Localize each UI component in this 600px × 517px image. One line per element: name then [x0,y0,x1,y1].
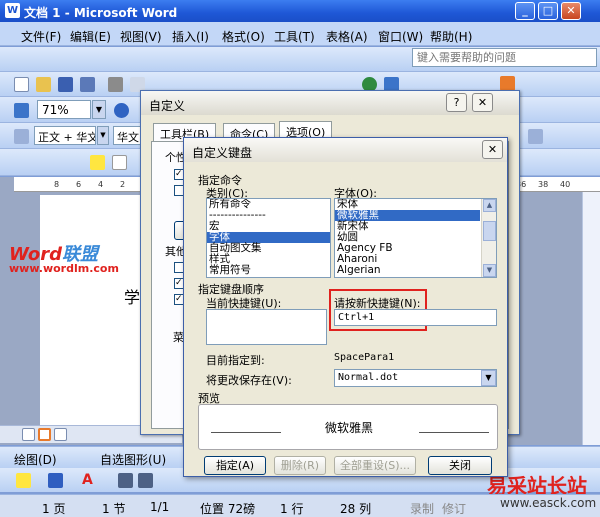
remove-button[interactable]: 删除(R) [274,456,326,475]
save-icon[interactable] [58,77,73,92]
menu-window[interactable]: 窗口(W) [378,28,423,45]
dash-style-icon[interactable] [138,473,153,488]
line-spacing-icon[interactable] [528,129,543,144]
assigned-to-label: 目前指定到: [206,354,265,367]
ruler-tick: 8 [54,180,60,189]
customize-keyboard-dialog: 自定义键盘 ✕ 指定命令 类别(C): 所有命令 ---------------… [183,137,508,477]
line-style-icon[interactable] [118,473,133,488]
save-in-dropdown[interactable]: Normal.dot [334,369,497,387]
line-color-icon[interactable] [48,473,63,488]
preview-line-right [419,432,489,433]
vertical-scrollbar[interactable] [582,192,600,445]
doc-map-icon[interactable] [14,103,29,118]
customize-close-button[interactable]: ✕ [472,93,493,112]
menu-insert[interactable]: 插入(I) [172,28,209,45]
restore-button[interactable]: □ [538,2,558,20]
watermark-site-url: www.easck.com [500,496,597,510]
help-icon[interactable] [114,103,129,118]
menu-view[interactable]: 视图(V) [120,28,162,45]
print-layout-icon[interactable] [38,428,51,441]
print-icon[interactable] [108,77,123,92]
font-color-icon[interactable] [112,155,127,170]
research-icon[interactable] [500,76,515,91]
window-title: 文档 1 - Microsoft Word [24,6,178,20]
ruler-tick: 2 [120,180,126,189]
autoshapes-menu[interactable]: 自选图形(U) [100,451,166,468]
reset-all-button[interactable]: 全部重设(S)... [334,456,416,475]
status-column: 28 列 [340,502,372,516]
menu-bar: 文件(F) 编辑(E) 视图(V) 插入(I) 格式(O) 工具(T) 表格(A… [0,22,600,46]
keyboard-close-button[interactable]: ✕ [482,140,503,159]
fill-color-icon[interactable] [16,473,31,488]
status-position: 位置 72磅 [200,502,256,516]
scroll-thumb[interactable] [483,221,496,241]
word-app-icon: W [5,3,20,18]
assigned-to-value: SpacePara1 [334,352,395,363]
categories-listbox[interactable]: 所有命令 --------------- 宏 字体 自动图文集 样式 常用符号 [206,198,331,278]
status-page: 1 页 [42,502,66,516]
style-dropdown-icon[interactable]: ▼ [97,126,109,145]
save-changes-label: 将更改保存在(V): [206,374,292,387]
highlight-icon[interactable] [90,155,105,170]
new-shortcut-input[interactable]: Ctrl+1 [334,309,497,326]
current-keys-listbox[interactable] [206,309,327,345]
scroll-down-icon[interactable]: ▼ [483,264,496,277]
status-record[interactable]: 录制 [410,500,434,517]
document-text: 学 [124,288,141,307]
zoom-dropdown-icon[interactable]: ▼ [92,100,106,119]
permission-icon[interactable] [80,77,95,92]
menu-format[interactable]: 格式(O) [222,28,265,45]
status-line: 1 行 [280,502,304,516]
menu-tools[interactable]: 工具(T) [274,28,315,45]
ruler-tick: 40 [560,180,571,189]
menu-file[interactable]: 文件(F) [21,28,61,45]
category-item[interactable]: 常用符号 [207,265,330,276]
font-item[interactable]: 新宋体 [335,221,496,232]
menu-table[interactable]: 表格(A) [326,28,368,45]
customize-dialog-title: 自定义 [149,99,186,113]
save-in-value: Normal.dot [338,372,399,383]
assign-button[interactable]: 指定(A) [204,456,266,475]
style-box[interactable]: 正文 + 华文 [34,126,96,145]
reading-view-icon[interactable] [54,428,67,441]
open-icon[interactable] [36,77,51,92]
ruler-tick: 38 [538,180,549,189]
help-search-input[interactable] [412,48,597,67]
preview-line-left [211,432,281,433]
fonts-scrollbar[interactable]: ▲ ▼ [481,199,496,277]
status-section: 1 节 [102,502,126,516]
status-track[interactable]: 修订 [442,500,466,517]
new-icon[interactable] [14,77,29,92]
preview-text: 微软雅黑 [325,421,374,435]
preview-box: 微软雅黑 [198,404,498,450]
font-item[interactable]: Algerian [335,265,496,276]
minimize-button[interactable]: _ [515,2,535,20]
fonts-listbox[interactable]: 宋体 微软雅黑 新宋体 幼圆 Agency FB Aharoni Algeria… [334,198,497,278]
scroll-up-icon[interactable]: ▲ [483,199,496,212]
watermark-url: www.wordlm.com [9,262,119,275]
text-color-icon[interactable]: A [82,472,93,488]
normal-view-icon[interactable] [22,428,35,441]
customize-help-button[interactable]: ? [446,93,467,112]
save-in-dropdown-icon[interactable]: ▼ [481,370,496,386]
zoom-box[interactable]: 71% [37,100,91,119]
status-pages: 1/1 [150,500,170,514]
keyboard-dialog-title: 自定义键盘 [192,146,253,160]
draw-menu[interactable]: 绘图(D) [14,451,57,468]
ruler-tick: 4 [98,180,104,189]
menu-help[interactable]: 帮助(H) [430,28,472,45]
keyboard-dialog-titlebar: 自定义键盘 [184,138,507,162]
window-titlebar: W 文档 1 - Microsoft Word _ □ ✕ [0,0,600,22]
close-button[interactable]: 关闭 [428,456,492,475]
menu-edit[interactable]: 编辑(E) [70,28,111,45]
category-separator: --------------- [209,209,266,221]
styles-pane-icon[interactable] [14,129,29,144]
close-window-button[interactable]: ✕ [561,2,581,20]
ruler-tick: 6 [76,180,82,189]
